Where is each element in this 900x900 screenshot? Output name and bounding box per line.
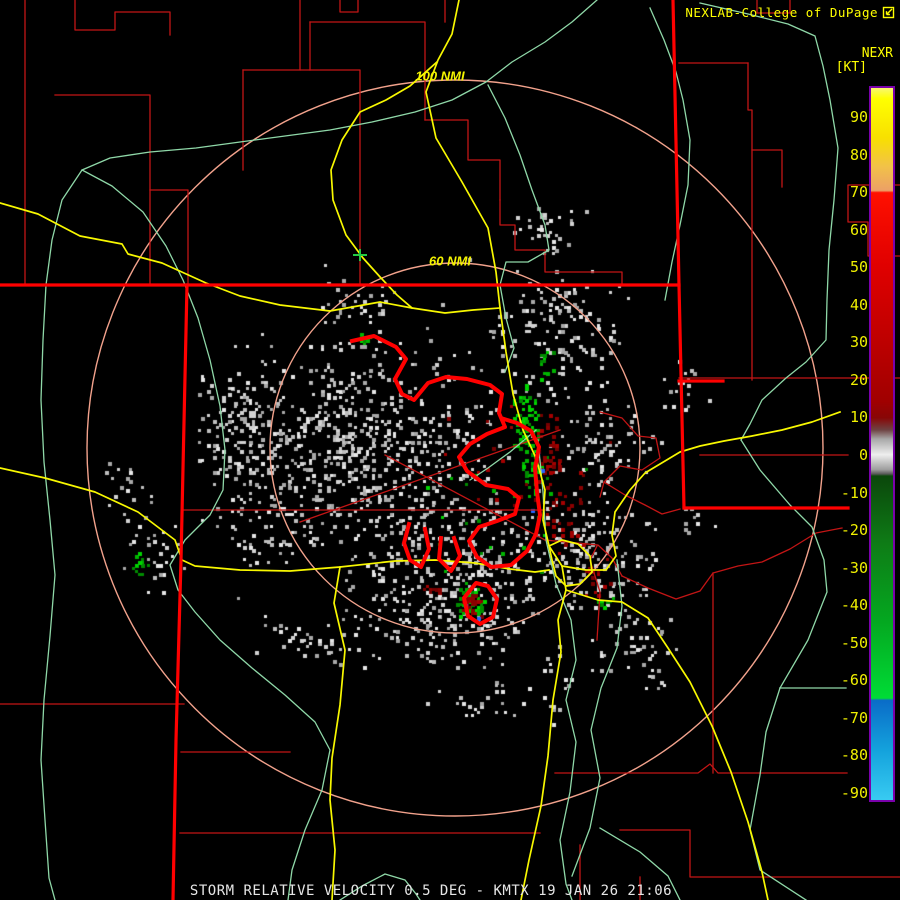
colorbar-tick-label: 20 [849,370,868,389]
colorbar-tick-label: -90 [840,784,868,802]
brand-text: NEXLAB-College of DuPage [685,5,878,20]
units-label: [KT] [835,60,867,75]
colorbar-tick-label: -30 [840,558,868,577]
lake-outlines [349,334,542,626]
colorbar-tick-label: 60 [849,220,868,239]
colorbar [869,86,895,802]
colorbar-tick-label: 50 [849,258,868,277]
state-borders [0,0,850,900]
product-title: STORM RELATIVE VELOCITY 0.5 DEG - KMTX 1… [189,883,673,899]
product-code-label: NEXR [861,46,893,61]
colorbar-tick-label: -60 [840,671,868,690]
colorbar-tick-label: -20 [840,521,868,540]
colorbar-tick-label: 40 [849,295,868,314]
radar-display: NEXLAB-College of DuPage NEXR [KT] 100 N… [0,0,900,900]
basemap-layer [0,0,900,900]
colorbar-tick-label: -80 [840,746,868,765]
range-ring-label-60nmi: 60 NMI [429,253,471,269]
county-borders [0,0,900,900]
range-ring-label-100nmi: 100 NMI [415,68,465,84]
colorbar-tick-label: 0 [858,446,868,464]
colorbar-tick-label: 10 [849,408,868,427]
colorbar-tick-label: -50 [840,633,868,652]
colorbar-tick-label: -10 [840,483,868,502]
colorbar-tick-label: -40 [840,596,868,615]
nexlab-logo-icon [882,6,895,19]
colorbar-tick-label: 70 [849,183,868,202]
highways [0,0,842,900]
colorbar-tick-label: 90 [849,107,868,126]
colorbar-tick-label: 30 [849,333,868,352]
rivers [40,0,847,900]
brand: NEXLAB-College of DuPage [685,5,895,20]
colorbar-tick-label: 80 [849,145,868,164]
colorbar-tick-label: -70 [840,708,868,727]
